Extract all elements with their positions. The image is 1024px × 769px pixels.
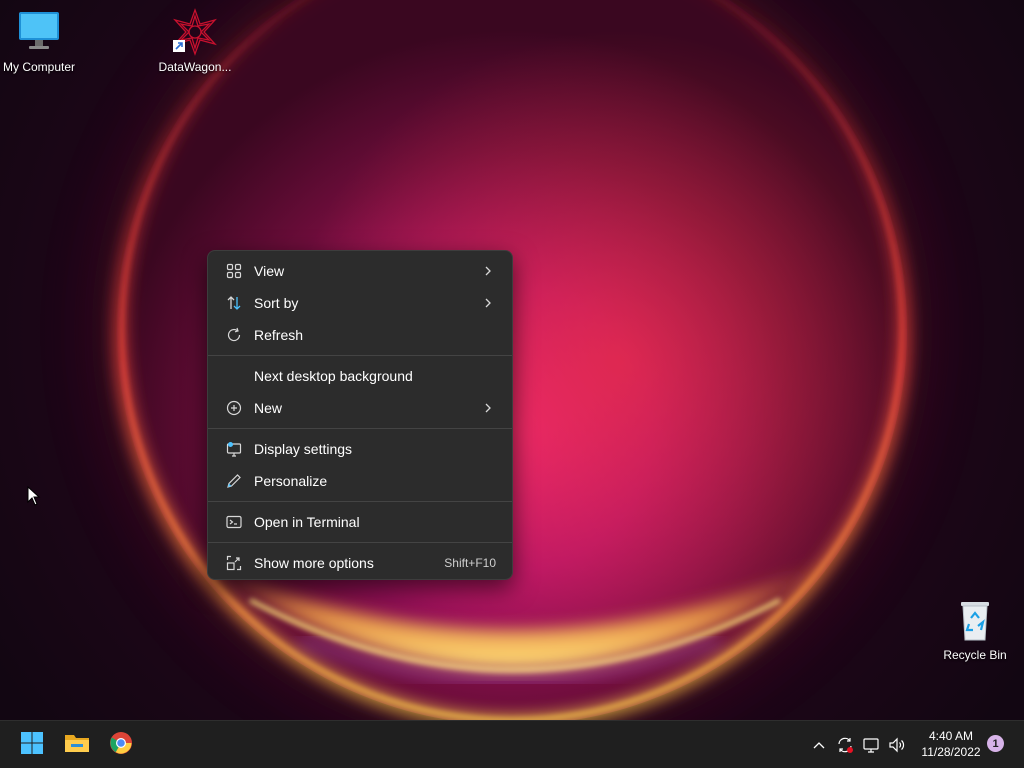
clock-date: 11/28/2022 <box>921 745 981 759</box>
desktop-icon-label: My Computer <box>2 60 76 74</box>
menu-separator <box>208 542 512 543</box>
monitor-icon <box>15 8 63 56</box>
desktop-icon-label: DataWagon... <box>158 60 232 74</box>
desktop-icon-datawagon[interactable]: DataWagon... <box>153 8 237 74</box>
menu-separator <box>208 355 512 356</box>
menu-item-label: Refresh <box>254 327 304 343</box>
recycle-bin-icon <box>951 596 999 644</box>
start-button[interactable] <box>12 725 52 765</box>
menu-item-view[interactable]: View <box>212 255 508 287</box>
mouse-cursor-icon <box>27 486 41 506</box>
notification-badge[interactable]: 1 <box>987 735 1004 752</box>
menu-item-refresh[interactable]: Refresh <box>212 319 508 351</box>
menu-item-label: Show more options <box>254 555 374 571</box>
chevron-right-icon <box>480 295 496 311</box>
datawagon-shortcut-icon <box>171 8 219 56</box>
menu-item-display-settings[interactable]: Display settings <box>212 433 508 465</box>
expand-icon <box>224 553 244 573</box>
system-tray <box>806 721 910 769</box>
pen-icon <box>224 471 244 491</box>
clock-time: 4:40 AM <box>928 729 974 743</box>
menu-item-label: Personalize <box>254 473 328 489</box>
chevron-right-icon <box>480 400 496 416</box>
clock[interactable]: 4:40 AM 11/28/2022 <box>908 728 994 760</box>
windows-logo-icon <box>20 731 44 760</box>
desktop[interactable]: My Computer DataWagon... Recycle Bin Vie… <box>0 0 1024 720</box>
desktop-context-menu: View Sort by Refresh Next desktop backgr… <box>207 250 513 580</box>
chrome-button[interactable] <box>101 725 141 765</box>
sort-icon <box>224 293 244 313</box>
menu-item-label: Display settings <box>254 441 353 457</box>
menu-separator <box>208 501 512 502</box>
taskbar: 4:40 AM 11/28/2022 <box>0 720 1024 768</box>
desktop-icon-recycle-bin[interactable]: Recycle Bin <box>933 596 1017 662</box>
menu-item-show-more-options[interactable]: Show more options Shift+F10 <box>212 547 508 579</box>
refresh-icon <box>224 325 244 345</box>
chrome-icon <box>109 731 133 760</box>
plus-circle-icon <box>224 398 244 418</box>
chevron-up-icon[interactable] <box>806 729 832 761</box>
menu-item-label: View <box>254 263 285 279</box>
keyboard-shortcut: Shift+F10 <box>444 556 496 570</box>
file-explorer-button[interactable] <box>57 725 97 765</box>
network-icon[interactable] <box>858 729 884 761</box>
menu-item-new[interactable]: New <box>212 392 508 424</box>
chevron-right-icon <box>480 263 496 279</box>
monitor-settings-icon <box>224 439 244 459</box>
menu-item-personalize[interactable]: Personalize <box>212 465 508 497</box>
grid-view-icon <box>224 261 244 281</box>
menu-item-sort-by[interactable]: Sort by <box>212 287 508 319</box>
menu-item-label: New <box>254 400 283 416</box>
sync-icon[interactable] <box>832 729 858 761</box>
desktop-icon-label: Recycle Bin <box>943 648 1007 662</box>
menu-item-label: Sort by <box>254 295 299 311</box>
folder-icon <box>64 731 90 760</box>
menu-item-label: Next desktop background <box>254 368 413 384</box>
menu-item-open-in-terminal[interactable]: Open in Terminal <box>212 506 508 538</box>
menu-item-next-desktop-background[interactable]: Next desktop background <box>212 360 508 392</box>
terminal-icon <box>224 512 244 532</box>
desktop-icon-my-computer[interactable]: My Computer <box>0 8 81 74</box>
volume-icon[interactable] <box>884 729 910 761</box>
menu-separator <box>208 428 512 429</box>
menu-item-label: Open in Terminal <box>254 514 360 530</box>
